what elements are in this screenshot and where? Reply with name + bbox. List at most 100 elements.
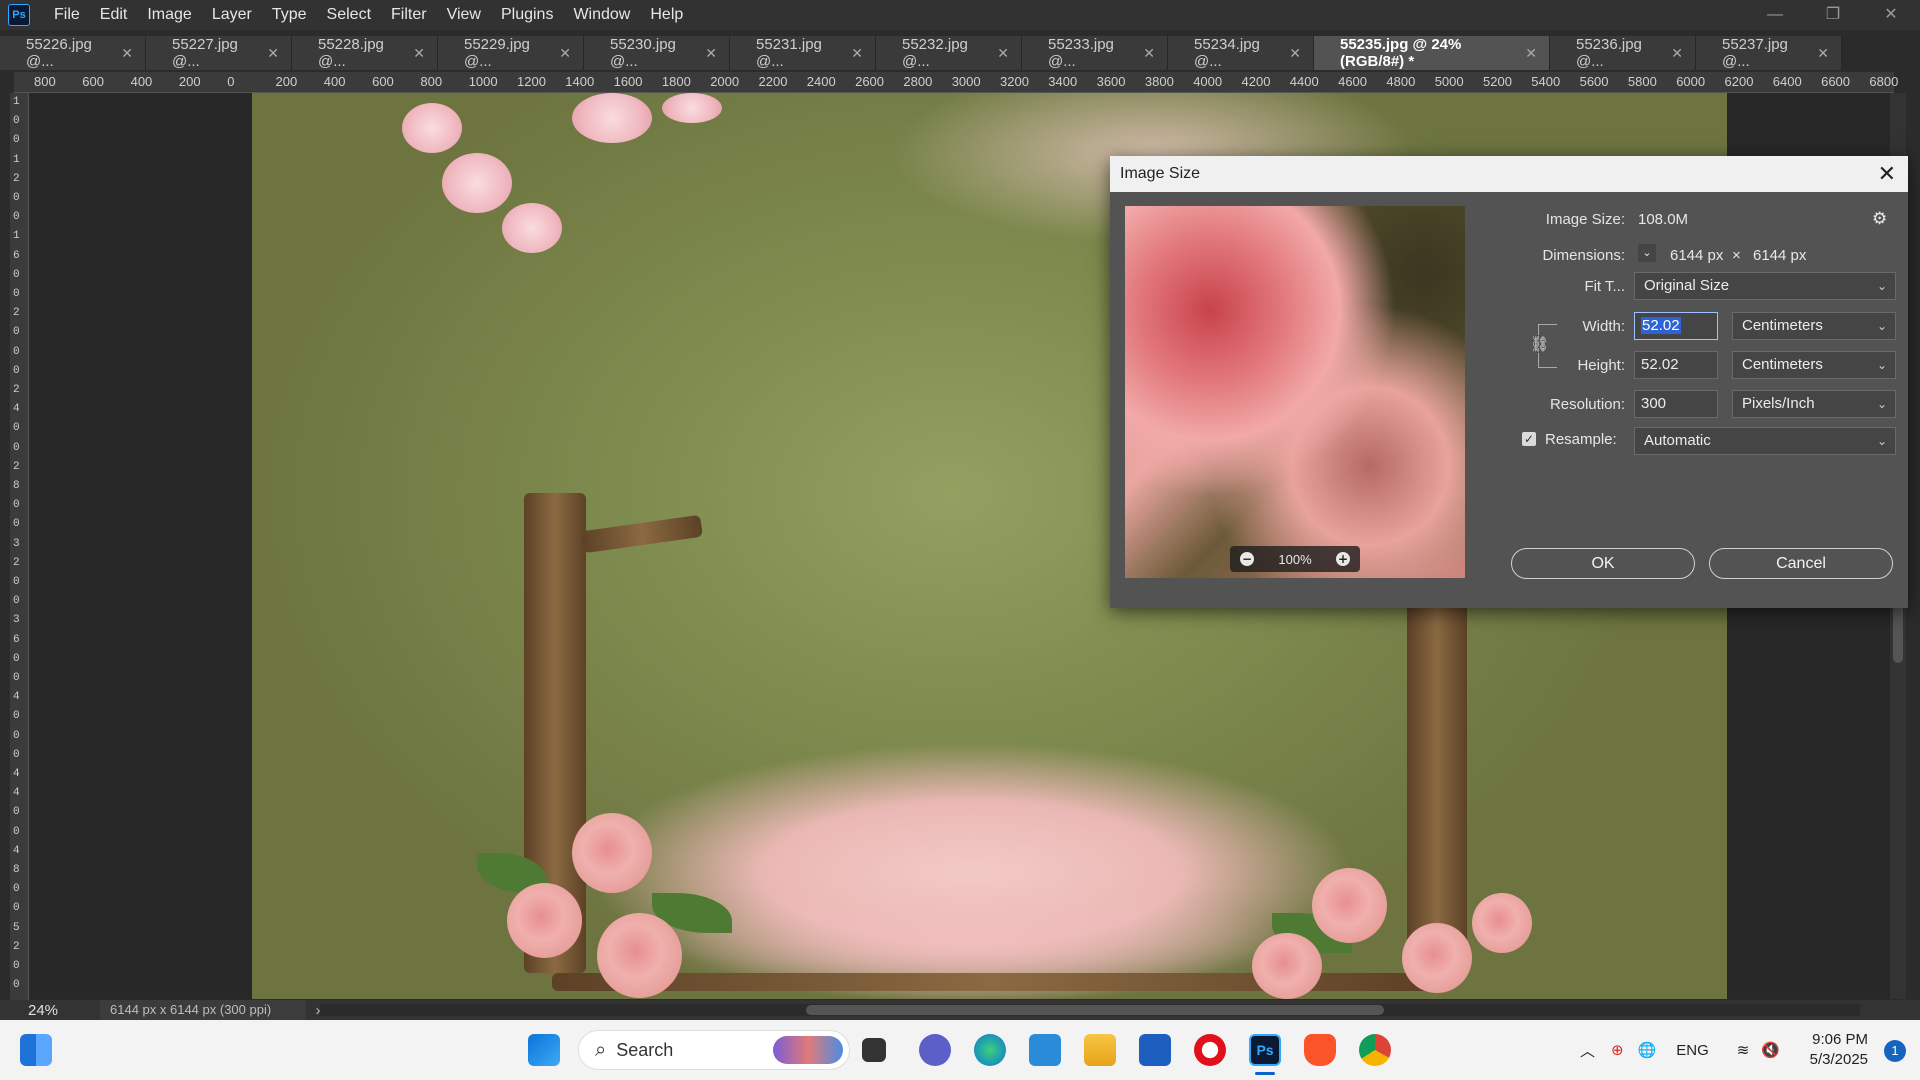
ruler-tick-label: 0 <box>13 960 20 972</box>
menu-type[interactable]: Type <box>262 0 317 30</box>
ruler-tick-label: 1 <box>13 96 20 108</box>
fit-to-select[interactable]: Original Size ⌄ <box>1634 272 1896 300</box>
blossom <box>402 103 462 153</box>
document-info[interactable]: 6144 px x 6144 px (300 ppi) <box>100 1000 306 1020</box>
height-unit-select[interactable]: Centimeters ⌄ <box>1732 351 1896 379</box>
photoshop-logo-icon[interactable]: Ps <box>8 4 30 26</box>
tab-55229[interactable]: 55229.jpg @... ✕ <box>438 36 584 70</box>
close-icon[interactable]: ✕ <box>705 45 717 62</box>
task-view-icon[interactable] <box>20 1034 52 1066</box>
tab-55233[interactable]: 55233.jpg @... ✕ <box>1022 36 1168 70</box>
chrome-icon[interactable] <box>1359 1034 1391 1066</box>
language-indicator[interactable]: ENG <box>1676 1042 1709 1059</box>
tab-55237[interactable]: 55237.jpg @... ✕ <box>1696 36 1842 70</box>
ruler-tick-label: 800 <box>420 74 443 89</box>
menu-plugins[interactable]: Plugins <box>491 0 563 30</box>
ruler-tick-label: 8 <box>13 864 20 876</box>
close-icon[interactable]: ✕ <box>1817 45 1829 62</box>
tab-55227[interactable]: 55227.jpg @... ✕ <box>146 36 292 70</box>
tab-55230[interactable]: 55230.jpg @... ✕ <box>584 36 730 70</box>
ruler-tick-label: 8 <box>13 480 20 492</box>
menu-filter[interactable]: Filter <box>381 0 437 30</box>
tab-55236[interactable]: 55236.jpg @... ✕ <box>1550 36 1696 70</box>
vertical-ruler[interactable]: 1 0 0 1 2 0 0 1 6 0 0 2 0 0 0 2 4 0 0 2 8 0 0 3 2 0 0 3 6 0 0 4 0 0 0 4 4 0 0 4… <box>10 93 29 1003</box>
vpn-icon[interactable]: ⊕ <box>1611 1041 1624 1059</box>
tab-55232[interactable]: 55232.jpg @... ✕ <box>876 36 1022 70</box>
tab-55234[interactable]: 55234.jpg @... ✕ <box>1168 36 1314 70</box>
menu-window[interactable]: Window <box>563 0 640 30</box>
link-chain-icon[interactable]: ⛓ <box>1530 335 1550 353</box>
close-icon[interactable]: ✕ <box>1671 45 1683 62</box>
tab-55235-active[interactable]: 55235.jpg @ 24% (RGB/8#) * ✕ <box>1314 36 1550 70</box>
width-unit-select[interactable]: Centimeters ⌄ <box>1732 312 1896 340</box>
menu-view[interactable]: View <box>437 0 491 30</box>
store-icon[interactable] <box>1139 1034 1171 1066</box>
notification-badge[interactable]: 1 <box>1884 1040 1906 1062</box>
zoom-in-icon[interactable]: + <box>1336 552 1350 566</box>
chevron-up-icon[interactable]: ︿ <box>1580 1040 1595 1061</box>
zoom-level[interactable]: 24% <box>0 1002 100 1019</box>
clock-date: 5/3/2025 <box>1809 1051 1868 1068</box>
close-icon[interactable]: ✕ <box>997 45 1009 62</box>
close-icon[interactable]: ✕ <box>1143 45 1155 62</box>
edge-icon[interactable] <box>974 1034 1006 1066</box>
network-globe-icon[interactable]: 🌐 <box>1638 1041 1657 1059</box>
taskbar-search[interactable]: ⌕ Search <box>578 1030 850 1070</box>
ruler-tick-label: 0 <box>13 499 20 512</box>
height-input[interactable]: 52.02 <box>1634 351 1718 379</box>
tab-55226[interactable]: 55226.jpg @... ✕ <box>0 36 146 70</box>
minimize-icon[interactable]: — <box>1746 0 1804 30</box>
horizontal-scrollbar[interactable] <box>320 1004 1860 1016</box>
close-window-icon[interactable]: ✕ <box>1862 0 1920 30</box>
image-preview[interactable]: − 100% + <box>1125 206 1465 578</box>
tab-55228[interactable]: 55228.jpg @... ✕ <box>292 36 438 70</box>
ruler-tick-label: 6 <box>13 633 20 646</box>
close-icon[interactable]: ✕ <box>267 45 279 62</box>
scroll-thumb[interactable] <box>806 1005 1384 1015</box>
menu-layer[interactable]: Layer <box>202 0 262 30</box>
gear-icon[interactable]: ⚙ <box>1872 209 1887 229</box>
close-icon[interactable]: ✕ <box>1878 161 1896 187</box>
menu-image[interactable]: Image <box>137 0 201 30</box>
close-icon[interactable]: ✕ <box>1289 45 1301 62</box>
opera-icon[interactable] <box>1194 1034 1226 1066</box>
restore-icon[interactable]: ❐ <box>1804 0 1862 30</box>
volume-muted-icon[interactable]: 🔇 <box>1761 1041 1780 1059</box>
close-icon[interactable]: ✕ <box>851 45 863 62</box>
start-icon[interactable] <box>528 1034 560 1066</box>
cancel-button[interactable]: Cancel <box>1709 548 1893 579</box>
close-icon[interactable]: ✕ <box>1525 45 1537 62</box>
close-icon[interactable]: ✕ <box>559 45 571 62</box>
widgets-icon[interactable] <box>862 1038 886 1062</box>
tab-label: 55230.jpg @... <box>610 36 676 70</box>
menu-help[interactable]: Help <box>640 0 693 30</box>
horizontal-ruler[interactable]: 800 600 400 200 0 200 400 600 800 1000 1200 1400 160… <box>14 72 1898 93</box>
resample-select[interactable]: Automatic ⌄ <box>1634 427 1896 455</box>
search-label: Search <box>616 1039 674 1060</box>
system-clock[interactable]: 9:06 PM 5/3/2025 <box>1810 1030 1868 1070</box>
dialog-title-bar[interactable]: Image Size ✕ <box>1110 156 1908 192</box>
teams-icon[interactable] <box>919 1034 951 1066</box>
tab-label: 55235.jpg @ 24% (RGB/8#) * <box>1340 36 1462 70</box>
menu-edit[interactable]: Edit <box>90 0 138 30</box>
resample-checkbox[interactable]: ✓ <box>1522 432 1536 446</box>
ruler-tick-label: 4600 <box>1338 74 1368 89</box>
snipping-icon[interactable] <box>1029 1034 1061 1066</box>
brave-icon[interactable] <box>1304 1034 1336 1066</box>
file-explorer-icon[interactable] <box>1084 1034 1116 1066</box>
zoom-out-icon[interactable]: − <box>1240 552 1254 566</box>
ok-button[interactable]: OK <box>1511 548 1695 579</box>
close-icon[interactable]: ✕ <box>121 45 133 62</box>
resolution-unit-select[interactable]: Pixels/Inch ⌄ <box>1732 390 1896 418</box>
width-input[interactable]: 52.02 <box>1634 312 1718 340</box>
ruler-tick-label: 3000 <box>951 74 981 89</box>
menu-file[interactable]: File <box>44 0 90 30</box>
photoshop-icon[interactable]: Ps <box>1249 1034 1281 1066</box>
chevron-down-icon[interactable]: ⌄ <box>1638 244 1656 262</box>
ruler-tick-label: 0 <box>13 268 20 281</box>
close-icon[interactable]: ✕ <box>413 45 425 62</box>
menu-select[interactable]: Select <box>317 0 381 30</box>
resolution-input[interactable]: 300 <box>1634 390 1718 418</box>
tab-55231[interactable]: 55231.jpg @... ✕ <box>730 36 876 70</box>
wifi-icon[interactable]: ≋ <box>1737 1041 1750 1059</box>
